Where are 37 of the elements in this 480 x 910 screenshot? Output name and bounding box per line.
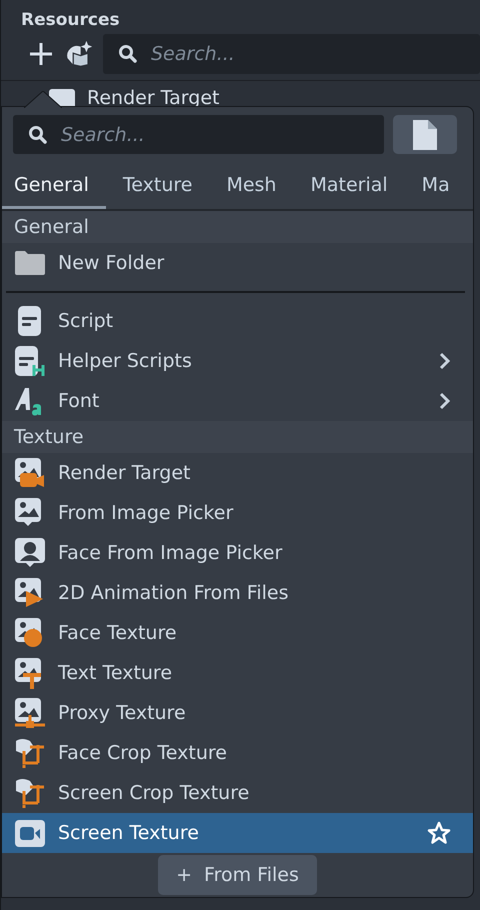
category-tab[interactable]: Material xyxy=(293,164,405,209)
star-icon[interactable] xyxy=(427,821,451,845)
category-tab[interactable]: Mesh xyxy=(209,164,294,209)
menu-item[interactable]: Text Texture xyxy=(2,653,473,693)
menu-item[interactable]: Face From Image Picker xyxy=(2,533,473,573)
menu-item[interactable]: 2D Animation From Files xyxy=(2,573,473,613)
menu-item[interactable]: Screen Crop Texture xyxy=(2,773,473,813)
menu-item[interactable]: New Folder xyxy=(2,243,473,283)
section-header: General xyxy=(2,211,473,243)
menu-item[interactable]: Face Crop Texture xyxy=(2,733,473,773)
video-icon xyxy=(14,817,46,849)
panel-title: Resources xyxy=(20,9,121,32)
menu-item[interactable]: Script xyxy=(2,301,473,341)
search-field[interactable]: Search... xyxy=(13,115,384,154)
camera-icon xyxy=(14,457,46,489)
image-proxy-icon xyxy=(14,697,46,729)
menu-item[interactable]: Screen Texture xyxy=(2,813,473,853)
from-files-button[interactable]: + From Files xyxy=(158,855,317,895)
menu-item[interactable]: Helper Scripts xyxy=(2,341,473,381)
section-header: Texture xyxy=(2,421,473,453)
resource-name: Render Target xyxy=(87,87,220,109)
search-icon xyxy=(118,44,138,64)
category-tab[interactable]: Texture xyxy=(106,164,210,209)
search-icon xyxy=(28,124,48,144)
menu-item[interactable]: Font xyxy=(2,381,473,421)
search-field[interactable]: Search... xyxy=(103,34,480,74)
menu-item[interactable]: From Image Picker xyxy=(2,493,473,533)
file-icon xyxy=(413,120,437,150)
person-icon xyxy=(14,537,46,569)
script-icon xyxy=(14,345,46,377)
crop-icon xyxy=(14,737,46,769)
menu-item[interactable]: Render Target xyxy=(2,453,473,493)
menu-item[interactable]: Proxy Texture xyxy=(2,693,473,733)
category-tab[interactable]: Ma xyxy=(404,164,450,209)
menu-item[interactable]: Face Texture xyxy=(2,613,473,653)
new-file-button[interactable] xyxy=(393,115,457,154)
crop-icon xyxy=(14,777,46,809)
